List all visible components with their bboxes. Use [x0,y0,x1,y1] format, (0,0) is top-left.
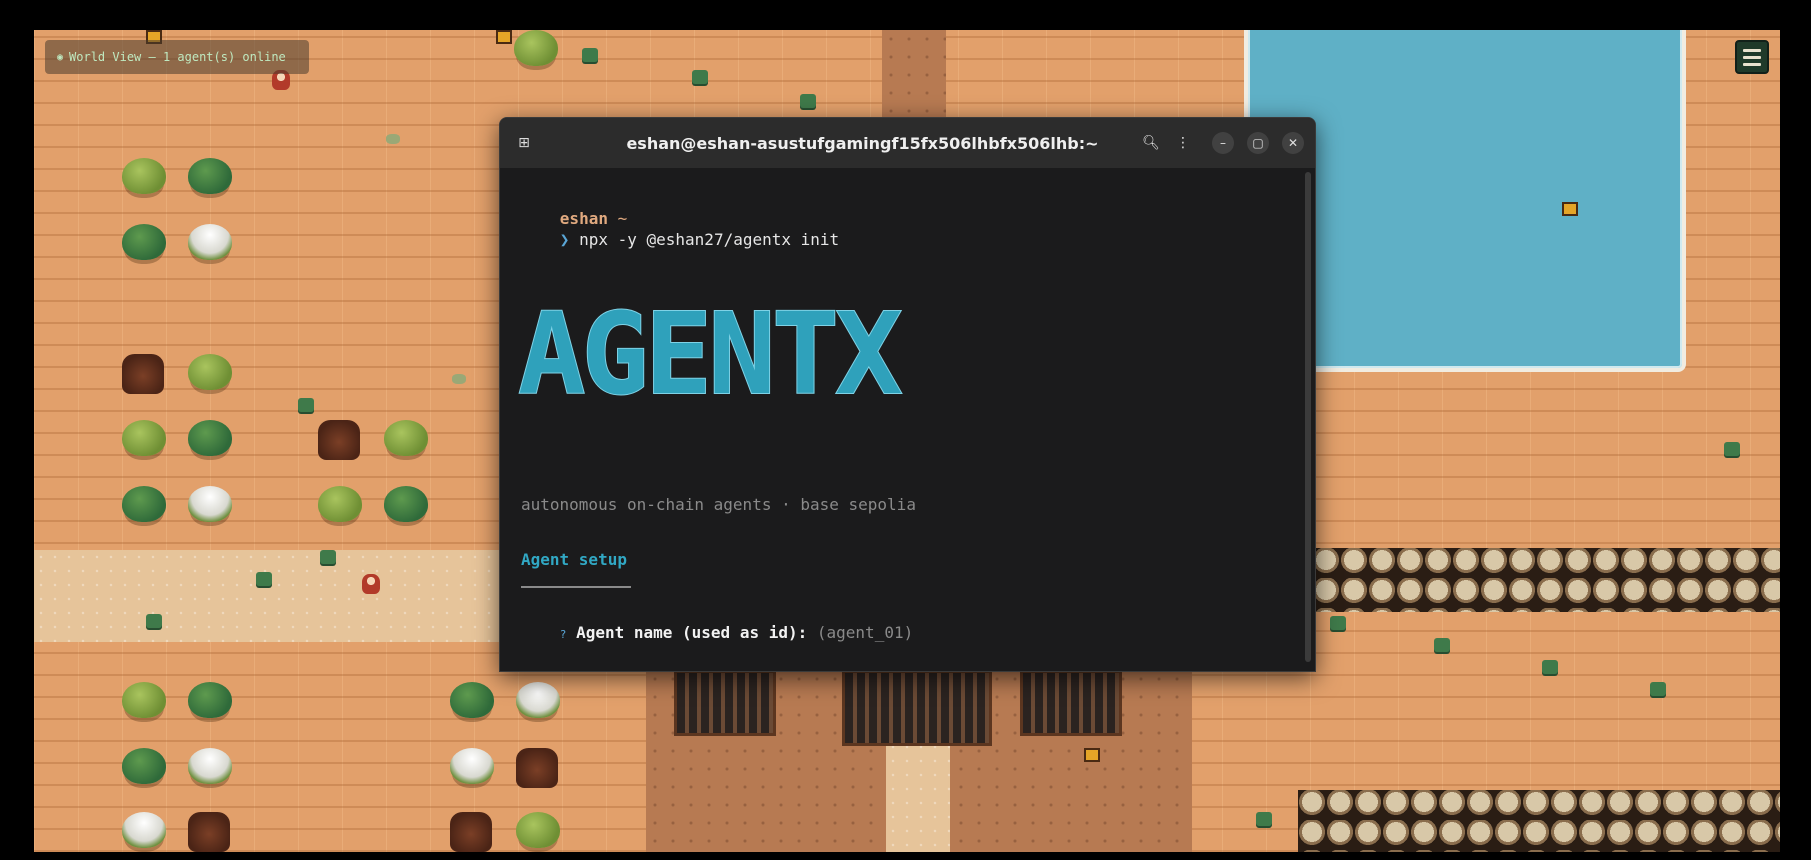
crop-sprout [256,572,272,586]
crop-sprout [1542,660,1558,674]
minimize-icon[interactable]: – [1212,132,1234,154]
banner-text: AGENTX [518,290,901,413]
snowy-bush [122,812,166,848]
dead-tree [450,812,492,852]
new-tab-icon[interactable]: ⊞ [514,133,534,153]
bush [122,420,166,456]
building-center [842,670,992,746]
terminal-window[interactable]: ⊞ eshan@eshan-asustufgamingf15fx506lhbfx… [499,117,1316,672]
bush [122,682,166,718]
dirt-road-vertical [882,30,946,130]
kebab-menu-icon[interactable]: ⋮ [1172,132,1194,154]
snowy-bush [188,224,232,260]
bush [122,486,166,522]
tagline: autonomous on-chain agents · base sepoli… [521,495,916,514]
crop-sprout [1434,638,1450,652]
snowy-bush [516,682,560,718]
snowy-bush [188,748,232,784]
world-status-badge: ◉ World View — 1 agent(s) online [45,40,309,74]
question-label: Agent name (used as id): [576,623,808,642]
rock [452,374,466,384]
question-line[interactable]: ? Agent name (used as id): (agent_01) [502,604,913,661]
bush [122,224,166,260]
bush [318,486,362,522]
bush [450,682,494,718]
terminal-output[interactable]: eshan ~ ❯ npx -y @eshan27/agentx init AG… [500,168,1303,671]
section-underline [521,586,631,588]
building-left [674,670,776,736]
crop-sprout [1256,812,1272,826]
bush [188,420,232,456]
dead-tree [122,354,164,394]
crop-sprout [1724,442,1740,456]
dead-tree [188,812,230,852]
snowy-bush [188,486,232,522]
search-icon[interactable]: 🔍︎ [1140,132,1162,154]
hamburger-menu-icon [1743,48,1761,52]
rock [386,134,400,144]
building-right [1020,670,1122,736]
dead-tree [318,420,360,460]
snowy-bush [450,748,494,784]
bush [514,30,558,66]
crop-sprout [146,614,162,628]
hamburger-menu-icon-line [1743,62,1761,66]
close-icon[interactable]: ✕ [1282,132,1304,154]
crop-sprout [320,550,336,564]
terminal-title: eshan@eshan-asustufgamingf15fx506lhbfx50… [626,133,1099,153]
bush [384,420,428,456]
crop-sprout [800,94,816,108]
restore-icon[interactable]: ▢ [1247,132,1269,154]
treasure-chest[interactable] [496,30,512,44]
hamburger-menu-icon-line [1743,55,1761,59]
terminal-titlebar[interactable]: ⊞ eshan@eshan-asustufgamingf15fx506lhbfx… [500,118,1315,168]
command-line: ❯ npx -y @eshan27/agentx init [502,211,839,268]
bush [188,354,232,390]
question-default: (agent_01) [816,623,914,642]
bush [122,748,166,784]
question-marker: ? [559,628,567,641]
hamburger-menu-button[interactable] [1735,40,1769,74]
section-title: Agent setup [521,550,627,569]
dead-tree [516,748,558,788]
treasure-chest[interactable] [1562,202,1578,216]
bush [188,682,232,718]
agentx-ascii-banner: AGENTX [518,289,906,413]
crop-sprout [298,398,314,412]
crop-sprout [1650,682,1666,696]
bush [188,158,232,194]
crop-sprout [582,48,598,62]
fence-row-upper [1312,548,1780,612]
treasure-chest[interactable] [1084,748,1100,762]
terminal-scrollbar[interactable] [1305,172,1311,662]
crop-sprout [692,70,708,84]
prompt-arrow: ❯ [559,230,570,249]
eye-icon: ◉ [57,51,64,63]
fence-row-lower [1298,790,1780,852]
agent-character[interactable] [362,574,380,594]
bush [516,812,560,848]
world-status-text: World View — 1 agent(s) online [69,50,286,64]
bush [122,158,166,194]
crop-sprout [1330,616,1346,630]
command-text: npx -y @eshan27/agentx init [579,230,840,249]
bush [384,486,428,522]
